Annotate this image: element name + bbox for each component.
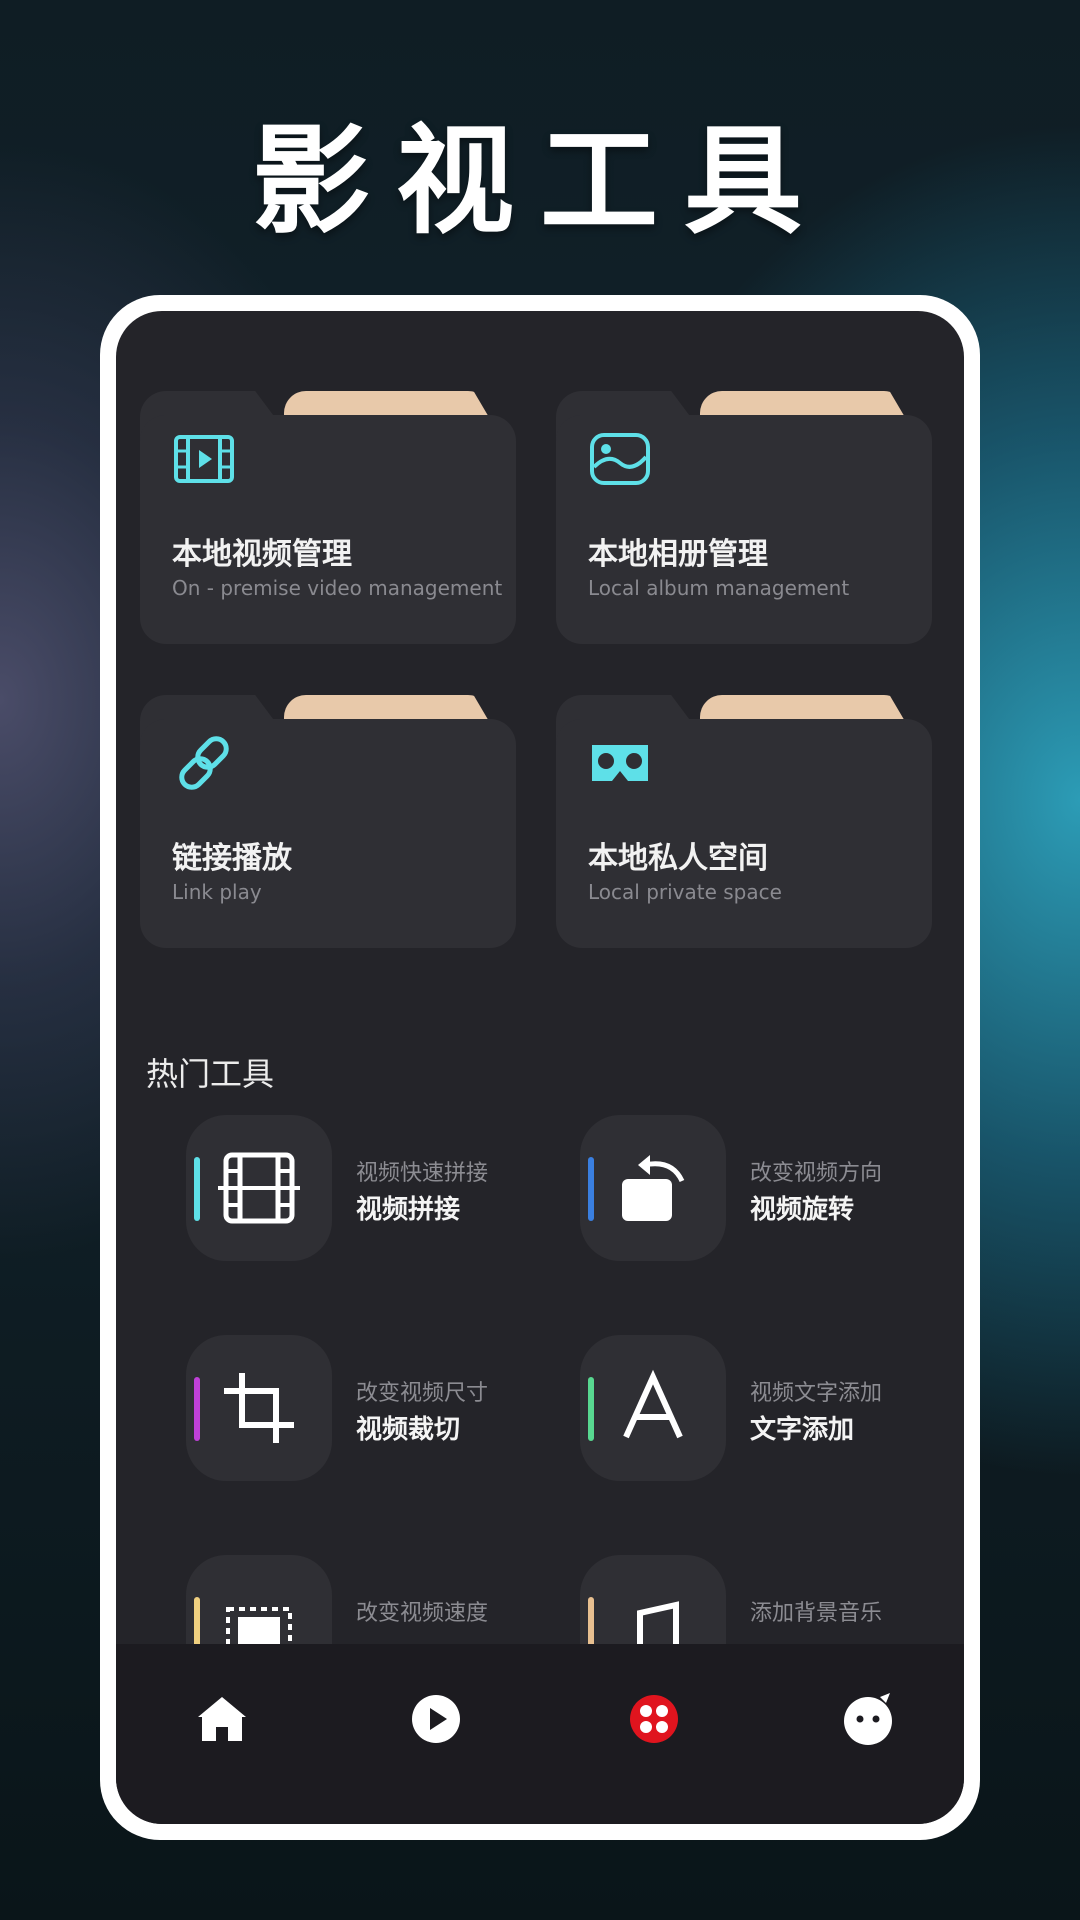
card-local-album[interactable]: 本地相册管理 Local album management — [556, 391, 932, 644]
tool-subtitle: 改变视频尺寸 — [356, 1381, 489, 1406]
card-title: 本地视频管理 — [172, 537, 352, 572]
vr-goggles-icon — [592, 745, 648, 781]
card-private-space[interactable]: 本地私人空间 Local private space — [556, 695, 932, 948]
accent-bar — [588, 1157, 594, 1221]
film-icon — [174, 435, 234, 483]
accent-bar — [588, 1377, 594, 1441]
tool-video-merge[interactable]: 视频快速拼接 视频拼接 — [186, 1115, 526, 1261]
tool-name: 视频裁切 — [356, 1415, 461, 1445]
tool-subtitle: 视频文字添加 — [750, 1381, 883, 1406]
rotate-icon — [622, 1155, 685, 1221]
image-icon — [590, 433, 650, 485]
card-link-play[interactable]: 链接播放 Link play — [140, 695, 516, 948]
card-subtitle: On - premise video management — [172, 576, 503, 600]
promo-title: 影视工具 — [251, 112, 828, 250]
tool-video-rotate[interactable]: 改变视频方向 视频旋转 — [580, 1115, 920, 1261]
filmstrip-icon — [218, 1152, 300, 1224]
section-title: 热门工具 — [146, 1055, 275, 1093]
home-icon[interactable] — [192, 1689, 252, 1749]
bottom-tab-bar — [116, 1644, 964, 1824]
card-title: 链接播放 — [172, 841, 292, 876]
phone-frame: 本地视频管理 On - premise video management 本地相… — [100, 295, 980, 1840]
play-icon[interactable] — [406, 1689, 466, 1749]
profile-icon[interactable] — [838, 1689, 898, 1749]
crop-icon — [224, 1373, 294, 1443]
tool-name: 视频拼接 — [356, 1195, 461, 1225]
accent-bar — [194, 1377, 200, 1441]
tool-subtitle: 视频快速拼接 — [356, 1161, 489, 1186]
card-subtitle: Link play — [172, 880, 262, 904]
tool-subtitle: 改变视频方向 — [750, 1161, 883, 1186]
card-subtitle: Local private space — [588, 880, 782, 904]
tool-subtitle: 添加背景音乐 — [750, 1601, 883, 1626]
card-subtitle: Local album management — [588, 576, 850, 600]
card-local-video[interactable]: 本地视频管理 On - premise video management — [140, 391, 516, 644]
card-title: 本地相册管理 — [588, 537, 768, 572]
tool-name: 视频旋转 — [750, 1195, 855, 1225]
link-icon — [179, 736, 229, 790]
tools-icon[interactable] — [624, 1689, 684, 1749]
tool-text-add[interactable]: 视频文字添加 文字添加 — [580, 1335, 920, 1481]
tool-name: 文字添加 — [750, 1415, 855, 1445]
app-screen: 本地视频管理 On - premise video management 本地相… — [116, 311, 964, 1824]
accent-bar — [194, 1157, 200, 1221]
tool-video-crop[interactable]: 改变视频尺寸 视频裁切 — [186, 1335, 526, 1481]
text-icon — [623, 1369, 683, 1439]
card-title: 本地私人空间 — [588, 841, 768, 876]
tool-subtitle: 改变视频速度 — [356, 1601, 489, 1626]
